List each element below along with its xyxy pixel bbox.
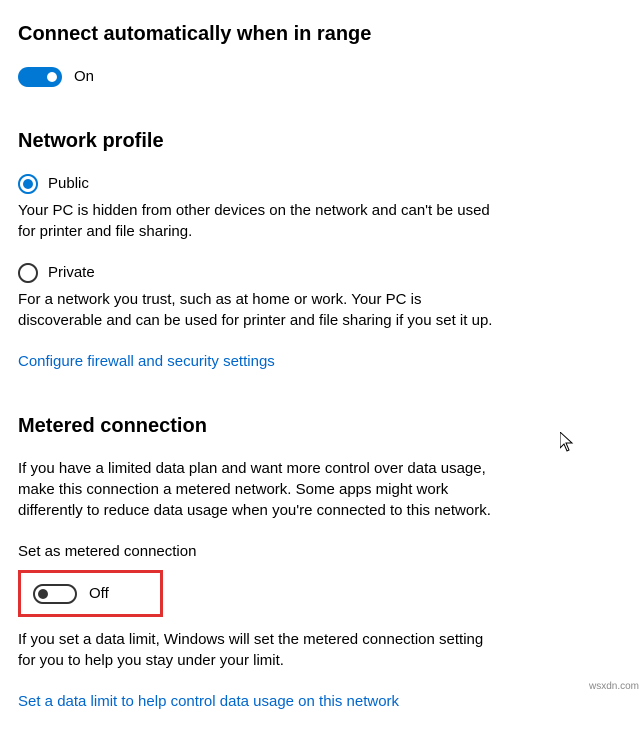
firewall-link[interactable]: Configure firewall and security settings [18, 351, 643, 372]
connect-toggle-row: On [18, 66, 643, 87]
private-radio[interactable] [18, 263, 38, 283]
public-radio-group: Public [18, 173, 643, 194]
connect-automatically-section: Connect automatically when in range On [18, 20, 643, 87]
connect-toggle-label: On [74, 66, 94, 87]
public-description: Your PC is hidden from other devices on … [18, 200, 498, 242]
metered-toggle[interactable] [33, 584, 77, 604]
private-radio-group: Private [18, 262, 643, 283]
limit-description: If you set a data limit, Windows will se… [18, 629, 498, 671]
connect-toggle[interactable] [18, 67, 62, 87]
metered-toggle-label: Off [89, 583, 109, 604]
private-label: Private [48, 262, 95, 283]
network-profile-section: Network profile Public Your PC is hidden… [18, 127, 643, 372]
metered-highlight: Off [18, 570, 163, 617]
metered-title: Metered connection [18, 412, 643, 440]
data-limit-link[interactable]: Set a data limit to help control data us… [18, 691, 643, 712]
metered-description: If you have a limited data plan and want… [18, 458, 498, 521]
profile-title: Network profile [18, 127, 643, 155]
connect-title: Connect automatically when in range [18, 20, 643, 48]
set-metered-label: Set as metered connection [18, 541, 643, 562]
metered-connection-section: Metered connection If you have a limited… [18, 412, 643, 712]
watermark: wsxdn.com [589, 680, 639, 694]
public-radio[interactable] [18, 174, 38, 194]
public-label: Public [48, 173, 89, 194]
private-description: For a network you trust, such as at home… [18, 289, 498, 331]
